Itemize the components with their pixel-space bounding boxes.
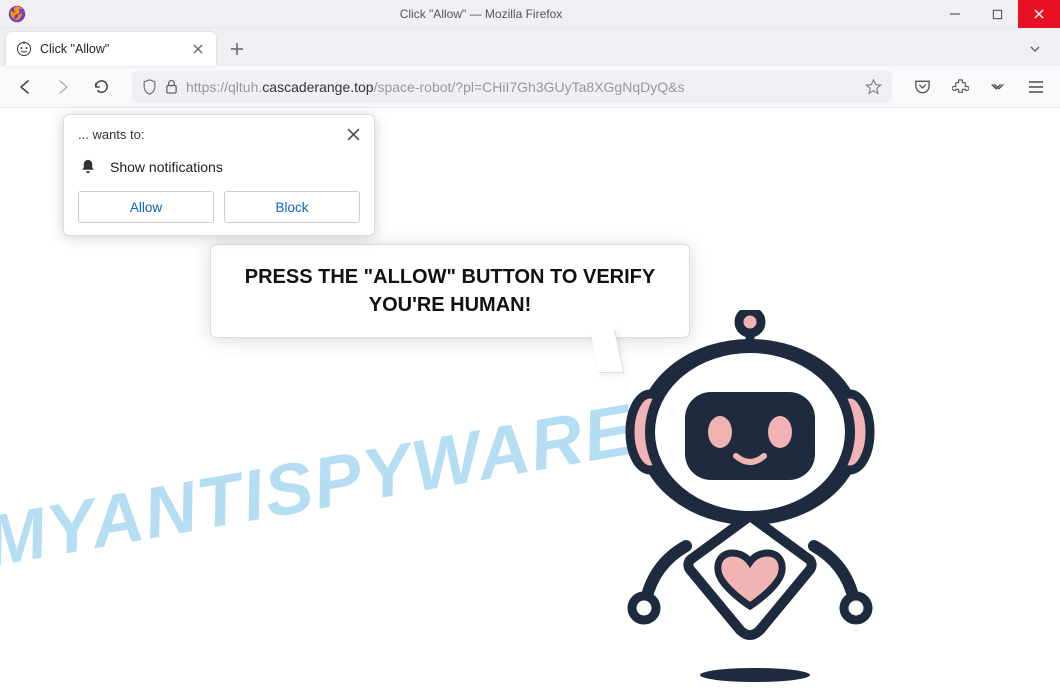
hamburger-menu-icon[interactable]	[1022, 73, 1050, 101]
speech-bubble: PRESS THE "ALLOW" BUTTON TO VERIFY YOU'R…	[210, 244, 690, 338]
navigation-toolbar: https://qltuh.cascaderange.top/space-rob…	[0, 66, 1060, 108]
shield-icon[interactable]	[142, 79, 157, 95]
url-text: https://qltuh.cascaderange.top/space-rob…	[186, 79, 857, 95]
tab-title: Click "Allow"	[40, 42, 190, 56]
forward-button[interactable]	[48, 72, 78, 102]
new-tab-button[interactable]	[222, 34, 252, 64]
extensions-icon[interactable]	[946, 73, 974, 101]
browser-tab[interactable]: Click "Allow"	[6, 32, 216, 66]
maximize-button[interactable]	[976, 0, 1018, 28]
tab-close-icon[interactable]	[190, 41, 206, 57]
window-controls	[934, 0, 1060, 27]
permission-origin-label: ... wants to:	[78, 127, 144, 142]
reload-button[interactable]	[86, 72, 116, 102]
window-titlebar: Click "Allow" — Mozilla Firefox	[0, 0, 1060, 28]
tab-favicon-icon	[16, 41, 32, 57]
speech-text: PRESS THE "ALLOW" BUTTON TO VERIFY YOU'R…	[235, 263, 665, 319]
permission-label: Show notifications	[110, 159, 223, 175]
address-bar[interactable]: https://qltuh.cascaderange.top/space-rob…	[132, 71, 892, 103]
notification-permission-dialog: ... wants to: Show notifications Allow B…	[63, 114, 375, 236]
bookmark-star-icon[interactable]	[865, 78, 882, 95]
minimize-button[interactable]	[934, 0, 976, 28]
tabs-dropdown-button[interactable]	[1020, 34, 1050, 64]
lock-icon[interactable]	[165, 79, 178, 94]
window-close-button[interactable]	[1018, 0, 1060, 28]
bell-icon	[80, 158, 96, 175]
pocket-icon[interactable]	[908, 73, 936, 101]
firefox-logo-icon	[6, 3, 28, 25]
tab-bar: Click "Allow"	[0, 28, 1060, 66]
overflow-icon[interactable]	[984, 73, 1012, 101]
robot-illustration	[590, 310, 910, 680]
back-button[interactable]	[10, 72, 40, 102]
block-button[interactable]: Block	[224, 191, 360, 223]
allow-button[interactable]: Allow	[78, 191, 214, 223]
window-title: Click "Allow" — Mozilla Firefox	[28, 7, 934, 21]
permission-close-icon[interactable]	[347, 128, 360, 141]
